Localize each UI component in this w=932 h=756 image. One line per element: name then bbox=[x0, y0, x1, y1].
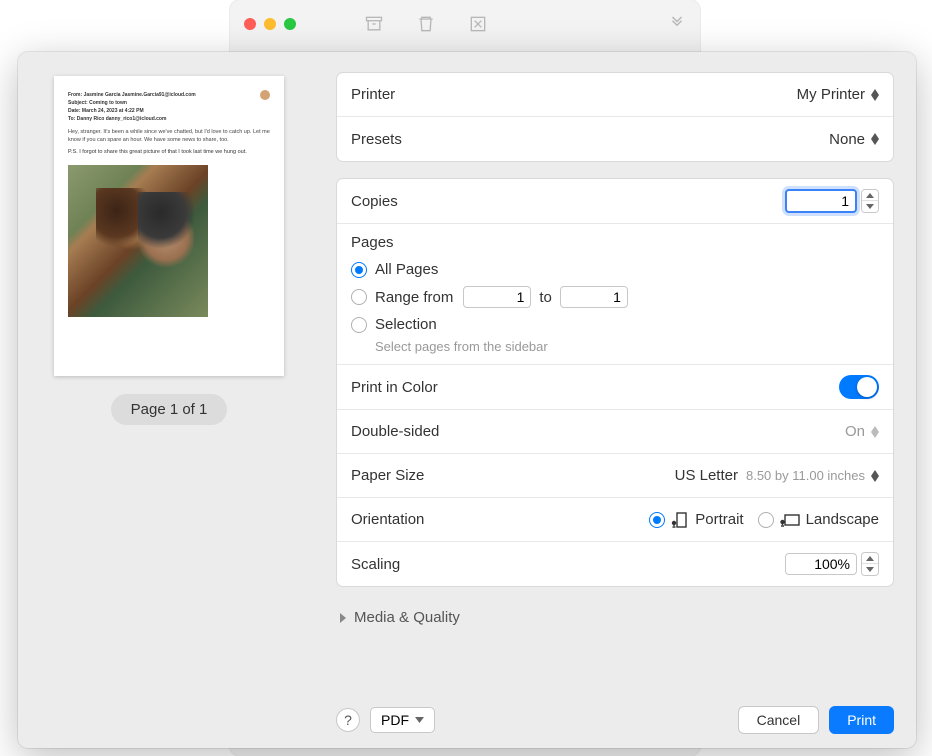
chevron-updown-icon bbox=[871, 470, 879, 482]
paper-value: US Letter bbox=[675, 467, 738, 484]
traffic-lights bbox=[244, 18, 296, 30]
pages-selection-row[interactable]: Selection bbox=[351, 312, 879, 337]
subject-label: Subject: bbox=[68, 100, 88, 106]
close-dot[interactable] bbox=[244, 18, 256, 30]
copies-step-down[interactable] bbox=[862, 201, 878, 212]
orientation-portrait-option[interactable]: Portrait bbox=[649, 511, 743, 528]
scaling-step-down[interactable] bbox=[862, 564, 878, 575]
copies-label: Copies bbox=[351, 193, 398, 210]
pdf-button[interactable]: PDF bbox=[370, 707, 435, 733]
orientation-landscape-option[interactable]: Landscape bbox=[758, 511, 879, 528]
dialog-footer: ? PDF Cancel Print bbox=[336, 692, 894, 734]
trash-icon bbox=[416, 14, 436, 34]
copies-row: Copies bbox=[337, 179, 893, 224]
from-label: From: bbox=[68, 92, 82, 98]
print-dialog: From: Jasmine Garcia Jasmine.Garcia91@ic… bbox=[18, 52, 916, 748]
date-label: Date: bbox=[68, 108, 81, 114]
to-label: To: bbox=[68, 116, 75, 122]
zoom-dot[interactable] bbox=[284, 18, 296, 30]
printer-label: Printer bbox=[351, 86, 395, 103]
duplex-label: Double-sided bbox=[351, 423, 439, 440]
duplex-value: On bbox=[845, 423, 865, 440]
paper-row[interactable]: Paper Size US Letter 8.50 by 11.00 inche… bbox=[337, 454, 893, 498]
orientation-row: Orientation Portrait Landscape bbox=[337, 498, 893, 542]
chevron-updown-icon bbox=[871, 133, 879, 145]
radio-all-pages[interactable] bbox=[351, 262, 367, 278]
pdf-label: PDF bbox=[381, 712, 409, 728]
scaling-label: Scaling bbox=[351, 556, 400, 573]
radio-range[interactable] bbox=[351, 289, 367, 305]
copies-step-up[interactable] bbox=[862, 190, 878, 201]
media-quality-disclosure[interactable]: Media & Quality bbox=[336, 603, 894, 630]
page-indicator: Page 1 of 1 bbox=[111, 394, 228, 425]
background-titlebar bbox=[230, 0, 700, 48]
archive-icon bbox=[364, 14, 384, 34]
avatar bbox=[260, 90, 270, 100]
pages-all-row[interactable]: All Pages bbox=[351, 257, 879, 282]
selection-label: Selection bbox=[375, 316, 437, 333]
presets-value: None bbox=[829, 131, 865, 148]
from-value: Jasmine Garcia Jasmine.Garcia91@icloud.c… bbox=[84, 92, 196, 98]
options-group: Copies Pages All Pages bbox=[336, 178, 894, 587]
media-quality-label: Media & Quality bbox=[354, 609, 460, 626]
subject-value: Coming to town bbox=[89, 100, 127, 106]
scaling-step-up[interactable] bbox=[862, 553, 878, 564]
range-from-input[interactable] bbox=[463, 286, 531, 308]
portrait-label: Portrait bbox=[695, 511, 743, 528]
embedded-photo bbox=[68, 165, 208, 317]
paper-dims: 8.50 by 11.00 inches bbox=[746, 468, 865, 483]
minimize-dot[interactable] bbox=[264, 18, 276, 30]
copies-input[interactable] bbox=[785, 189, 857, 213]
print-button[interactable]: Print bbox=[829, 706, 894, 734]
range-to-label: to bbox=[539, 289, 552, 306]
radio-selection[interactable] bbox=[351, 317, 367, 333]
printer-row[interactable]: Printer My Printer bbox=[337, 73, 893, 117]
page-thumbnail[interactable]: From: Jasmine Garcia Jasmine.Garcia91@ic… bbox=[54, 76, 284, 376]
color-row: Print in Color bbox=[337, 365, 893, 410]
pages-all-label: All Pages bbox=[375, 261, 438, 278]
pages-range-row[interactable]: Range from to bbox=[351, 282, 879, 312]
orientation-label: Orientation bbox=[351, 511, 424, 528]
date-value: March 24, 2023 at 4:22 PM bbox=[82, 108, 144, 114]
radio-landscape[interactable] bbox=[758, 512, 774, 528]
range-to-input[interactable] bbox=[560, 286, 628, 308]
printer-group: Printer My Printer Presets None bbox=[336, 72, 894, 162]
to-value: Danny Rico danny_rico1@icloud.com bbox=[77, 116, 167, 122]
presets-row[interactable]: Presets None bbox=[337, 117, 893, 161]
chevron-down-icon bbox=[415, 717, 424, 723]
help-button[interactable]: ? bbox=[336, 708, 360, 732]
pages-label: Pages bbox=[351, 234, 879, 251]
presets-label: Presets bbox=[351, 131, 402, 148]
pages-block: Pages All Pages Range from to Se bbox=[337, 224, 893, 365]
body-text-2: P.S. I forgot to share this great pictur… bbox=[68, 149, 270, 157]
landscape-icon bbox=[780, 512, 800, 528]
portrait-icon bbox=[671, 512, 689, 528]
selection-hint: Select pages from the sidebar bbox=[375, 339, 879, 354]
radio-portrait[interactable] bbox=[649, 512, 665, 528]
color-toggle[interactable] bbox=[839, 375, 879, 399]
scaling-input[interactable] bbox=[785, 553, 857, 575]
body-text-1: Hey, stranger. It's been a while since w… bbox=[68, 129, 270, 144]
chevron-updown-icon bbox=[871, 89, 879, 101]
range-prefix: Range from bbox=[375, 289, 453, 306]
landscape-label: Landscape bbox=[806, 511, 879, 528]
more-icon bbox=[668, 14, 686, 37]
copies-stepper bbox=[785, 189, 879, 213]
cancel-button[interactable]: Cancel bbox=[738, 706, 820, 734]
chevron-updown-icon bbox=[871, 426, 879, 438]
chevron-right-icon bbox=[338, 613, 348, 623]
paper-label: Paper Size bbox=[351, 467, 424, 484]
junk-icon bbox=[468, 14, 488, 34]
color-label: Print in Color bbox=[351, 379, 438, 396]
toolbar-icons bbox=[364, 14, 488, 34]
printer-value: My Printer bbox=[797, 86, 865, 103]
preview-pane: From: Jasmine Garcia Jasmine.Garcia91@ic… bbox=[18, 52, 320, 748]
settings-pane: Printer My Printer Presets None Copies bbox=[320, 52, 916, 748]
scaling-row: Scaling bbox=[337, 542, 893, 586]
duplex-row[interactable]: Double-sided On bbox=[337, 410, 893, 454]
